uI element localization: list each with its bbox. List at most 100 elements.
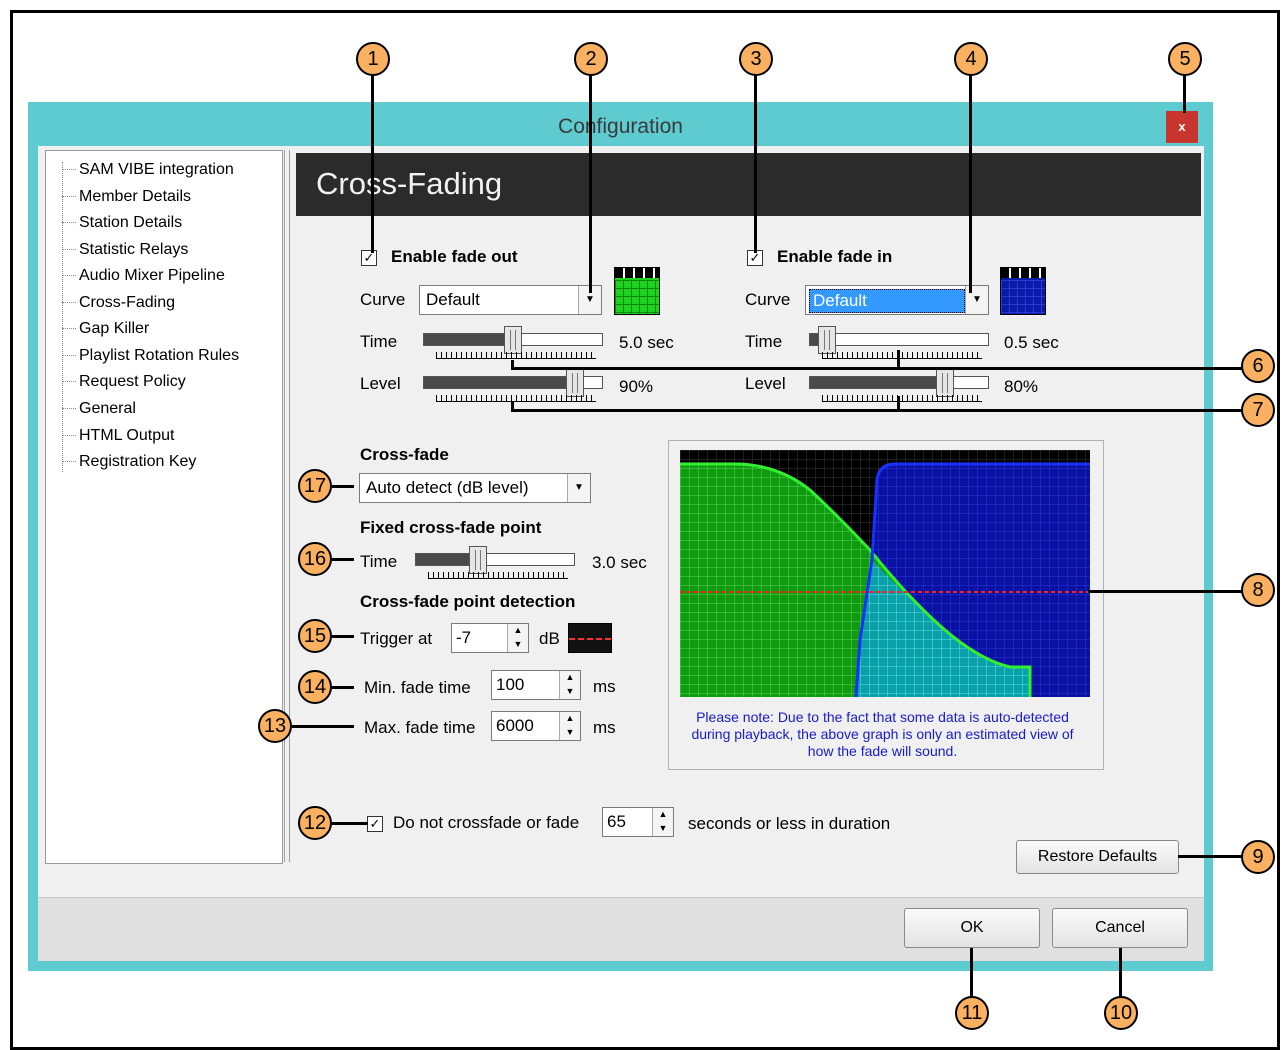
check-mark-icon: ✓ [369, 816, 381, 831]
spin-down-icon[interactable]: ▼ [560, 685, 580, 699]
tree-item-label: Gap Killer [79, 320, 150, 337]
slider-ticks [428, 572, 568, 579]
callout-line-17 [332, 485, 354, 488]
preview-grid [615, 280, 659, 314]
crossfade-time-value: 3.0 sec [592, 553, 647, 572]
spin-up-icon[interactable]: ▲ [560, 712, 580, 726]
fade-in-time-slider[interactable] [809, 333, 989, 346]
tree-item-sam-vibe[interactable]: SAM VIBE integration [46, 157, 234, 183]
callout-badge: 12 [298, 806, 332, 840]
spin-up-icon[interactable]: ▲ [653, 808, 673, 822]
max-fade-label: Max. fade time [364, 718, 476, 737]
fade-in-time-thumb[interactable] [818, 326, 836, 354]
tree-item-cross-fading[interactable]: Cross-Fading [46, 290, 175, 316]
crossfade-time-thumb[interactable] [469, 546, 487, 574]
enable-fade-out-label: Enable fade out [391, 247, 518, 266]
callout-badge: 6 [1241, 349, 1275, 383]
tree-item-general[interactable]: General [46, 396, 136, 422]
callout-line-5 [1183, 75, 1186, 113]
min-fade-spinbox[interactable]: 100 ▲ ▼ [491, 670, 581, 700]
spin-down-icon[interactable]: ▼ [653, 822, 673, 836]
tree-item-label: Request Policy [79, 373, 186, 390]
fade-out-time-label: Time [360, 332, 398, 351]
min-fade-value: 100 [496, 675, 525, 694]
tree-item-request-policy[interactable]: Request Policy [46, 369, 186, 395]
tree-item-statistic-relays[interactable]: Statistic Relays [46, 237, 188, 263]
tree-item-station-details[interactable]: Station Details [46, 210, 182, 236]
fade-out-level-thumb[interactable] [566, 369, 584, 397]
spin-buttons[interactable]: ▲ ▼ [507, 624, 528, 652]
ok-button[interactable]: OK [904, 908, 1040, 948]
restore-defaults-button[interactable]: Restore Defaults [1016, 840, 1179, 874]
min-fade-unit: ms [593, 677, 616, 696]
tree-item-gap-killer[interactable]: Gap Killer [46, 316, 149, 342]
skip-short-checkbox[interactable]: ✓ [367, 816, 383, 832]
tree-item-label: Audio Mixer Pipeline [79, 267, 225, 284]
slider-ticks [436, 352, 596, 359]
cancel-button[interactable]: Cancel [1052, 908, 1188, 948]
trigger-spinbox[interactable]: -7 ▲ ▼ [451, 623, 529, 653]
fade-in-time-value: 0.5 sec [1004, 333, 1059, 352]
tree-item-playlist-rotation[interactable]: Playlist Rotation Rules [46, 343, 239, 369]
fade-in-level-slider[interactable] [809, 376, 989, 389]
tree-item-html-output[interactable]: HTML Output [46, 423, 174, 449]
preview-pattern [615, 268, 659, 278]
spin-up-icon[interactable]: ▲ [560, 671, 580, 685]
fade-out-curve-preview [614, 267, 660, 315]
fade-out-time-thumb[interactable] [504, 326, 522, 354]
fade-in-curve-label: Curve [745, 290, 791, 309]
skip-short-label: Do not crossfade or fade [393, 813, 580, 832]
callout-line-14 [332, 686, 354, 689]
callout-badge: 5 [1168, 42, 1202, 76]
max-fade-spinbox[interactable]: 6000 ▲ ▼ [491, 711, 581, 741]
enable-fade-out-checkbox[interactable]: ✓ [361, 250, 377, 266]
spin-down-icon[interactable]: ▼ [560, 726, 580, 740]
spin-buttons[interactable]: ▲ ▼ [559, 712, 580, 740]
chevron-down-icon: ▼ [567, 474, 590, 502]
crossfade-mode-select[interactable]: Auto detect (dB level) ▼ [359, 473, 591, 503]
spin-up-icon[interactable]: ▲ [508, 624, 528, 638]
trigger-dash-line [569, 638, 611, 640]
slider-fill [424, 377, 585, 388]
callout-badge: 13 [258, 709, 292, 743]
fade-in-curve-select[interactable]: Default ▼ [805, 285, 989, 315]
callout-line-1 [371, 75, 374, 253]
callout-line-11 [970, 948, 973, 998]
fade-in-curve-value: Default [809, 289, 965, 313]
crossfade-time-slider[interactable] [415, 553, 575, 566]
pane-splitter[interactable] [284, 150, 290, 862]
tree-item-registration-key[interactable]: Registration Key [46, 449, 196, 475]
max-fade-unit: ms [593, 718, 616, 737]
trigger-label: Trigger at [360, 629, 433, 648]
callout-badge: 16 [298, 542, 332, 576]
tree-item-audio-mixer[interactable]: Audio Mixer Pipeline [46, 263, 225, 289]
min-fade-label: Min. fade time [364, 678, 471, 697]
settings-tree: SAM VIBE integration Member Details Stat… [45, 150, 283, 864]
spin-buttons[interactable]: ▲ ▼ [652, 808, 673, 836]
tree-item-label: HTML Output [79, 427, 175, 444]
fade-out-curve-label: Curve [360, 290, 406, 309]
spin-down-icon[interactable]: ▼ [508, 638, 528, 652]
callout-badge: 10 [1104, 996, 1138, 1030]
slider-ticks [436, 395, 596, 402]
fade-in-level-value: 80% [1004, 377, 1039, 396]
title-bar[interactable]: Configuration [28, 108, 1213, 146]
spin-buttons[interactable]: ▲ ▼ [559, 671, 580, 699]
fade-out-level-label: Level [360, 374, 401, 393]
fade-in-level-thumb[interactable] [936, 369, 954, 397]
skip-seconds-spinbox[interactable]: 65 ▲ ▼ [602, 807, 674, 837]
fade-out-level-value: 90% [619, 377, 654, 396]
callout-line-7 [511, 409, 1243, 412]
fade-in-level-label: Level [745, 374, 786, 393]
callout-badge: 14 [298, 670, 332, 704]
callout-badge: 8 [1241, 573, 1275, 607]
tree-item-member-details[interactable]: Member Details [46, 184, 191, 210]
close-button[interactable]: x [1166, 111, 1198, 143]
window-title: Configuration [558, 115, 683, 138]
callout-badge: 4 [954, 42, 988, 76]
callout-line-15 [332, 635, 354, 638]
tree-item-label: Statistic Relays [79, 241, 189, 258]
fade-out-curve-select[interactable]: Default ▼ [419, 285, 602, 315]
slider-ticks [822, 352, 982, 359]
page-title: Cross-Fading [316, 166, 503, 201]
